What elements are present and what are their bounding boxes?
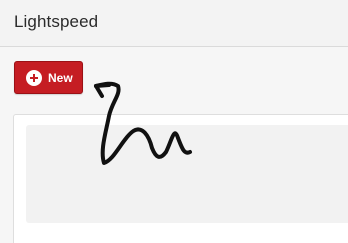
page: Lightspeed New	[0, 0, 348, 243]
new-button[interactable]: New	[14, 61, 83, 94]
content-placeholder	[26, 125, 348, 223]
content-panel	[13, 114, 348, 243]
plus-circle-icon	[26, 69, 42, 86]
app-header: Lightspeed	[0, 0, 348, 47]
app-title: Lightspeed	[14, 12, 99, 31]
new-button-label: New	[48, 70, 73, 85]
